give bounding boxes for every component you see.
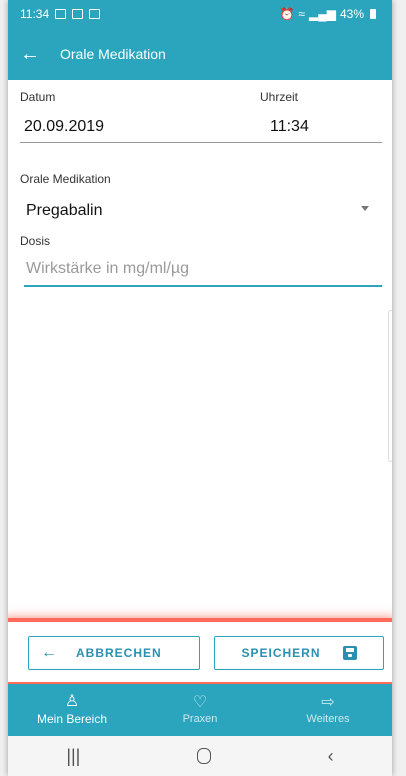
save-label: SPEICHERN (241, 646, 321, 660)
date-field[interactable]: 20.09.2019 (24, 118, 104, 136)
arrow-right-icon: ⇨ (321, 694, 335, 711)
dose-label: Dosis (20, 234, 51, 248)
date-underline (20, 142, 260, 143)
chat-notification-icon (72, 9, 84, 19)
battery-level: 43% (339, 7, 364, 21)
person-icon: ♙ (64, 693, 80, 710)
phone-screen: 11:34 ⏰ ≈ ▂▄▆ 43% ← Orale Medikation Dat… (8, 0, 392, 776)
nav-label-mein-bereich: Mein Bereich (36, 712, 108, 726)
medication-label: Orale Medikation (20, 172, 111, 186)
cancel-button[interactable]: ← ABBRECHEN (28, 636, 200, 670)
system-navigation: ||| ‹ (8, 736, 392, 776)
scroll-indicator (388, 310, 392, 462)
dose-input[interactable]: Wirkstärke in mg/ml/µg (26, 260, 189, 278)
time-label: Uhrzeit (260, 90, 299, 104)
back-arrow-icon[interactable]: ← (20, 43, 60, 66)
cancel-label: ABBRECHEN (76, 646, 162, 660)
status-bar: 11:34 ⏰ ≈ ▂▄▆ 43% (8, 0, 392, 28)
dropdown-caret-icon[interactable] (361, 206, 369, 211)
time-field[interactable]: 11:34 (270, 118, 309, 136)
arrow-left-icon: ← (41, 644, 58, 661)
form-content: Datum 20.09.2019 Uhrzeit 11:34 Orale Med… (8, 80, 392, 638)
heart-icon: ♡ (192, 694, 208, 711)
page-title: Orale Medikation (60, 46, 166, 62)
time-underline (260, 142, 382, 143)
calendar-notification-icon (89, 9, 101, 19)
date-label: Datum (20, 90, 56, 104)
gallery-notification-icon (55, 9, 67, 19)
alarm-icon: ⏰ (279, 7, 295, 21)
save-icon (342, 646, 357, 660)
system-back-icon[interactable]: ‹ (328, 746, 334, 767)
wifi-icon: ≈ (298, 7, 305, 21)
bottom-navigation: ♙ Mein Bereich ♡ Praxen ⇨ Weiteres (8, 684, 392, 736)
recent-apps-icon[interactable]: ||| (66, 746, 80, 767)
status-time: 11:34 (20, 7, 50, 21)
home-icon[interactable] (197, 748, 212, 764)
app-bar: ← Orale Medikation (8, 28, 392, 80)
battery-icon (370, 9, 376, 19)
signal-icon: ▂▄▆ (309, 7, 336, 21)
nav-label-weiteres: Weiteres (306, 713, 350, 725)
dose-underline-active (24, 285, 382, 287)
medication-select[interactable]: Pregabalin (26, 202, 103, 220)
save-button[interactable]: SPEICHERN (214, 636, 384, 670)
nav-item-praxen[interactable]: ♡ Praxen (136, 684, 264, 736)
nav-label-praxen: Praxen (182, 713, 218, 725)
nav-item-weiteres[interactable]: ⇨ Weiteres (264, 684, 392, 736)
nav-item-mein-bereich[interactable]: ♙ Mein Bereich (8, 684, 136, 736)
